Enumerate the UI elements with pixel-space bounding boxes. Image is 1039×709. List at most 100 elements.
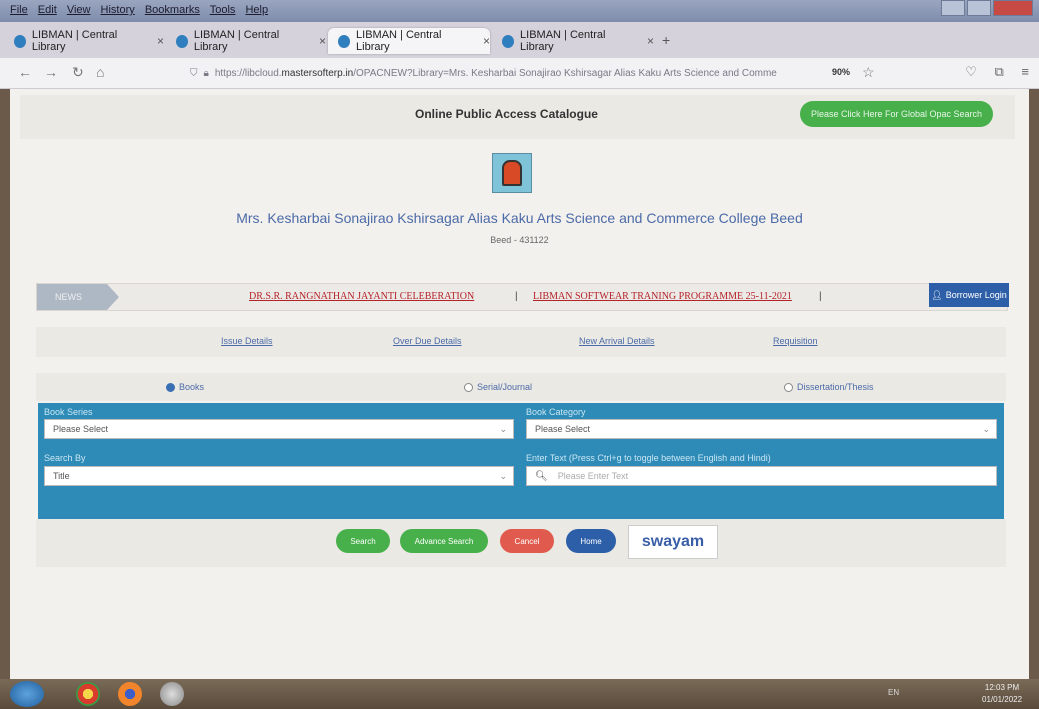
close-tab-icon[interactable]: × [157,34,164,48]
book-series-value: Please Select [53,424,109,434]
browser-tab-1[interactable]: LIBMAN | Central Library × [4,28,164,54]
link-issue-details[interactable]: Issue Details [221,336,273,346]
tab-title: LIBMAN | Central Library [356,29,442,53]
home-button[interactable]: Home [566,529,616,553]
menu-hamburger-icon[interactable]: ≡ [1021,64,1029,79]
borrower-login-label: Borrower Login [945,290,1007,300]
radio-label: Dissertation/Thesis [797,382,874,392]
browser-tab-2[interactable]: LIBMAN | Central Library × [166,28,326,54]
tab-bar: LIBMAN | Central Library × LIBMAN | Cent… [0,22,1039,58]
back-icon[interactable]: ← [18,64,32,80]
tab-title: LIBMAN | Central Library [520,29,606,53]
cancel-button[interactable]: Cancel [500,529,554,553]
search-form: Book Series Please Select ⌄ Book Categor… [38,403,1004,519]
chrome-icon[interactable] [76,682,100,706]
news-separator: | [819,291,822,302]
close-tab-icon[interactable]: × [483,34,490,48]
menu-bookmarks[interactable]: Bookmarks [145,4,200,16]
clock-time: 12:03 PM [984,683,1020,692]
link-requisition[interactable]: Requisition [773,336,818,346]
radio-label: Books [179,382,205,392]
favicon-icon [176,34,188,48]
menu-file[interactable]: File [10,4,28,16]
borrower-login-button[interactable]: 👤︎ Borrower Login [929,283,1009,307]
bookmark-star-icon[interactable]: ☆ [862,64,875,81]
tab-title: LIBMAN | Central Library [31,29,118,53]
college-logo [492,153,532,193]
book-category-label: Book Category [526,407,586,417]
enter-text-label: Enter Text (Press Ctrl+g to toggle betwe… [526,453,771,463]
news-item-1[interactable]: DR.S.R. RANGNATHAN JAYANTI CELEBERATION [249,291,474,302]
menu-bar: File Edit View History Bookmarks Tools H… [0,0,1039,22]
favicon-icon [502,34,515,48]
address-bar[interactable]: ⛉ 🔒︎ https://libcloud. mastersofterp.in/O… [190,63,855,83]
book-category-select[interactable]: Please Select ⌄ [526,419,997,439]
close-tab-icon[interactable]: × [647,34,654,48]
forward-icon[interactable]: → [44,64,58,80]
news-separator: | [515,291,518,302]
pocket-icon[interactable]: ♡ [965,64,977,79]
book-series-select[interactable]: Please Select ⌄ [44,419,514,439]
menu-edit[interactable]: Edit [38,4,57,16]
start-button[interactable] [10,681,44,707]
menu-view[interactable]: View [67,4,91,16]
new-tab-button[interactable]: + [662,32,670,48]
menu-help[interactable]: Help [245,4,268,16]
reload-icon[interactable]: ↻ [72,64,84,81]
swayam-logo[interactable]: swayam [628,525,718,559]
tab-title: LIBMAN | Central Library [193,29,280,53]
radio-unselected-icon [784,382,793,392]
search-text-placeholder: Please Enter Text [557,471,629,481]
menu-history[interactable]: History [101,4,135,16]
maximize-button[interactable] [967,0,991,16]
material-type-selector: Books Serial/Journal Dissertation/Thesis [36,373,1006,401]
navigation-bar: ← → ↻ ⌂ ⛉ 🔒︎ https://libcloud. mastersoft… [0,58,1039,89]
advance-search-button[interactable]: Advance Search [400,529,488,553]
chevron-down-icon: ⌄ [982,424,990,434]
favicon-icon [338,34,351,48]
lock-icon: 🔒︎ [203,67,209,79]
news-label: NEWS [37,284,107,310]
url-path: /OPACNEW?Library=Mrs. Kesharbai Sonajira… [353,67,777,79]
search-button[interactable]: Search [336,529,390,553]
minimize-button[interactable] [941,0,965,16]
search-by-select[interactable]: Title ⌄ [44,466,514,486]
search-text-input[interactable]: 🔍︎ Please Enter Text [526,466,997,486]
extension-icon[interactable]: ⧉ [994,64,1003,79]
search-icon: 🔍︎ [535,470,548,482]
media-player-icon[interactable] [160,682,184,706]
browser-tab-4[interactable]: LIBMAN | Central Library × [492,28,654,54]
global-opac-search-button[interactable]: Please Click Here For Global Opac Search [800,101,993,127]
search-by-value: Title [53,471,70,481]
link-over-due-details[interactable]: Over Due Details [393,336,462,346]
close-tab-icon[interactable]: × [319,34,326,48]
news-arrow-icon [107,284,119,310]
radio-label: Serial/Journal [477,382,533,392]
browser-tab-3-active[interactable]: LIBMAN | Central Library × [328,28,490,54]
radio-books[interactable]: Books [166,382,204,392]
system-clock[interactable]: 12:03 PM 01/01/2022 [982,682,1022,706]
user-icon: 👤︎ [931,289,943,300]
chevron-down-icon: ⌄ [499,424,507,434]
firefox-icon[interactable] [118,682,142,706]
favicon-icon [14,34,26,48]
menu-tools[interactable]: Tools [210,4,236,16]
news-ticker: NEWS DR.S.R. RANGNATHAN JAYANTI CELEBERA… [36,283,1008,311]
close-window-button[interactable] [993,0,1033,16]
page-content: Online Public Access Catalogue Please Cl… [10,89,1029,679]
radio-dissertation-thesis[interactable]: Dissertation/Thesis [784,382,874,392]
home-icon[interactable]: ⌂ [96,64,104,80]
search-by-label: Search By [44,453,86,463]
book-series-label: Book Series [44,407,93,417]
zoom-level[interactable]: 90% [832,67,850,77]
radio-serial-journal[interactable]: Serial/Journal [464,382,532,392]
action-buttons: Search Advance Search Cancel Home swayam [36,519,1006,567]
url-prefix: https://libcloud. [214,67,282,79]
clock-date: 01/01/2022 [982,695,1023,704]
book-category-value: Please Select [535,424,591,434]
news-item-2[interactable]: LIBMAN SOFTWEAR TRANING PROGRAMME 25-11-… [533,291,792,302]
page-title: Online Public Access Catalogue [415,107,598,121]
chevron-down-icon: ⌄ [499,471,507,481]
link-new-arrival-details[interactable]: New Arrival Details [579,336,655,346]
language-indicator[interactable]: EN [888,688,899,697]
